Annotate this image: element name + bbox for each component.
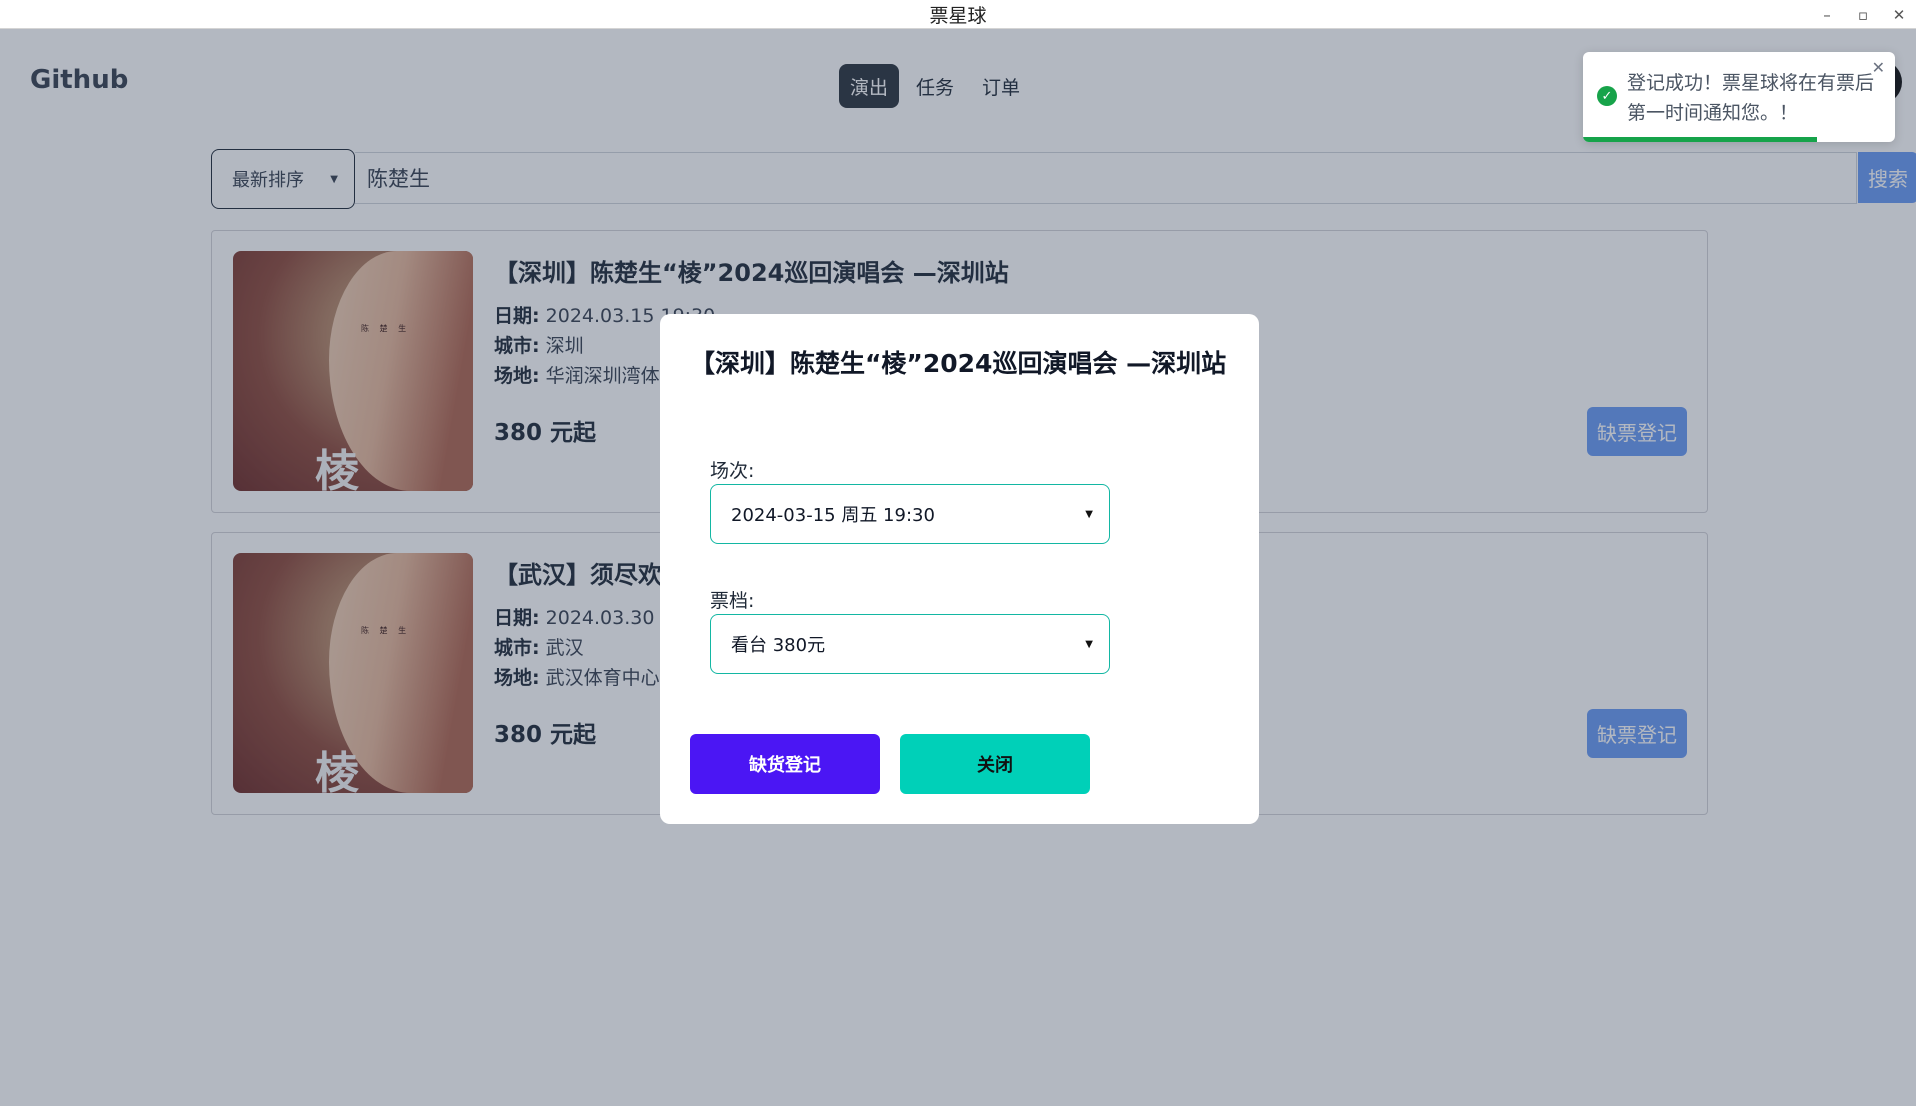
ticket-tier-select-value: 看台 380元 [731, 635, 826, 656]
window-title: 票星球 [929, 4, 987, 27]
modal-title: 【深圳】陈楚生“棱”2024巡回演唱会 —深圳站 [690, 349, 1227, 378]
close-window-icon[interactable]: ✕ [1892, 7, 1906, 22]
toast-message: 登记成功！票星球将在有票后第一时间通知您。！ [1627, 72, 1875, 124]
toast-progress-bar [1583, 137, 1817, 142]
maximize-icon[interactable]: ▫ [1856, 7, 1870, 22]
session-label: 场次: [710, 460, 755, 482]
register-button[interactable]: 缺货登记 [690, 734, 880, 794]
close-button[interactable]: 关闭 [900, 734, 1090, 794]
chevron-down-icon: ▼ [1085, 638, 1093, 650]
check-circle-icon: ✓ [1597, 86, 1617, 106]
close-icon[interactable]: ✕ [1872, 58, 1885, 77]
window-titlebar: 票星球 – ▫ ✕ [0, 0, 1916, 29]
window-controls: – ▫ ✕ [1820, 0, 1906, 29]
register-modal: 【深圳】陈楚生“棱”2024巡回演唱会 —深圳站 场次: 2024-03-15 … [660, 314, 1259, 824]
chevron-down-icon: ▼ [1085, 508, 1093, 520]
success-toast: ✓ 登记成功！票星球将在有票后第一时间通知您。！ ✕ [1583, 52, 1895, 142]
ticket-tier-select[interactable]: 看台 380元 ▼ [710, 614, 1110, 674]
minimize-icon[interactable]: – [1820, 7, 1834, 22]
ticket-tier-label: 票档: [710, 590, 755, 612]
session-select-value: 2024-03-15 周五 19:30 [731, 505, 935, 526]
session-select[interactable]: 2024-03-15 周五 19:30 ▼ [710, 484, 1110, 544]
